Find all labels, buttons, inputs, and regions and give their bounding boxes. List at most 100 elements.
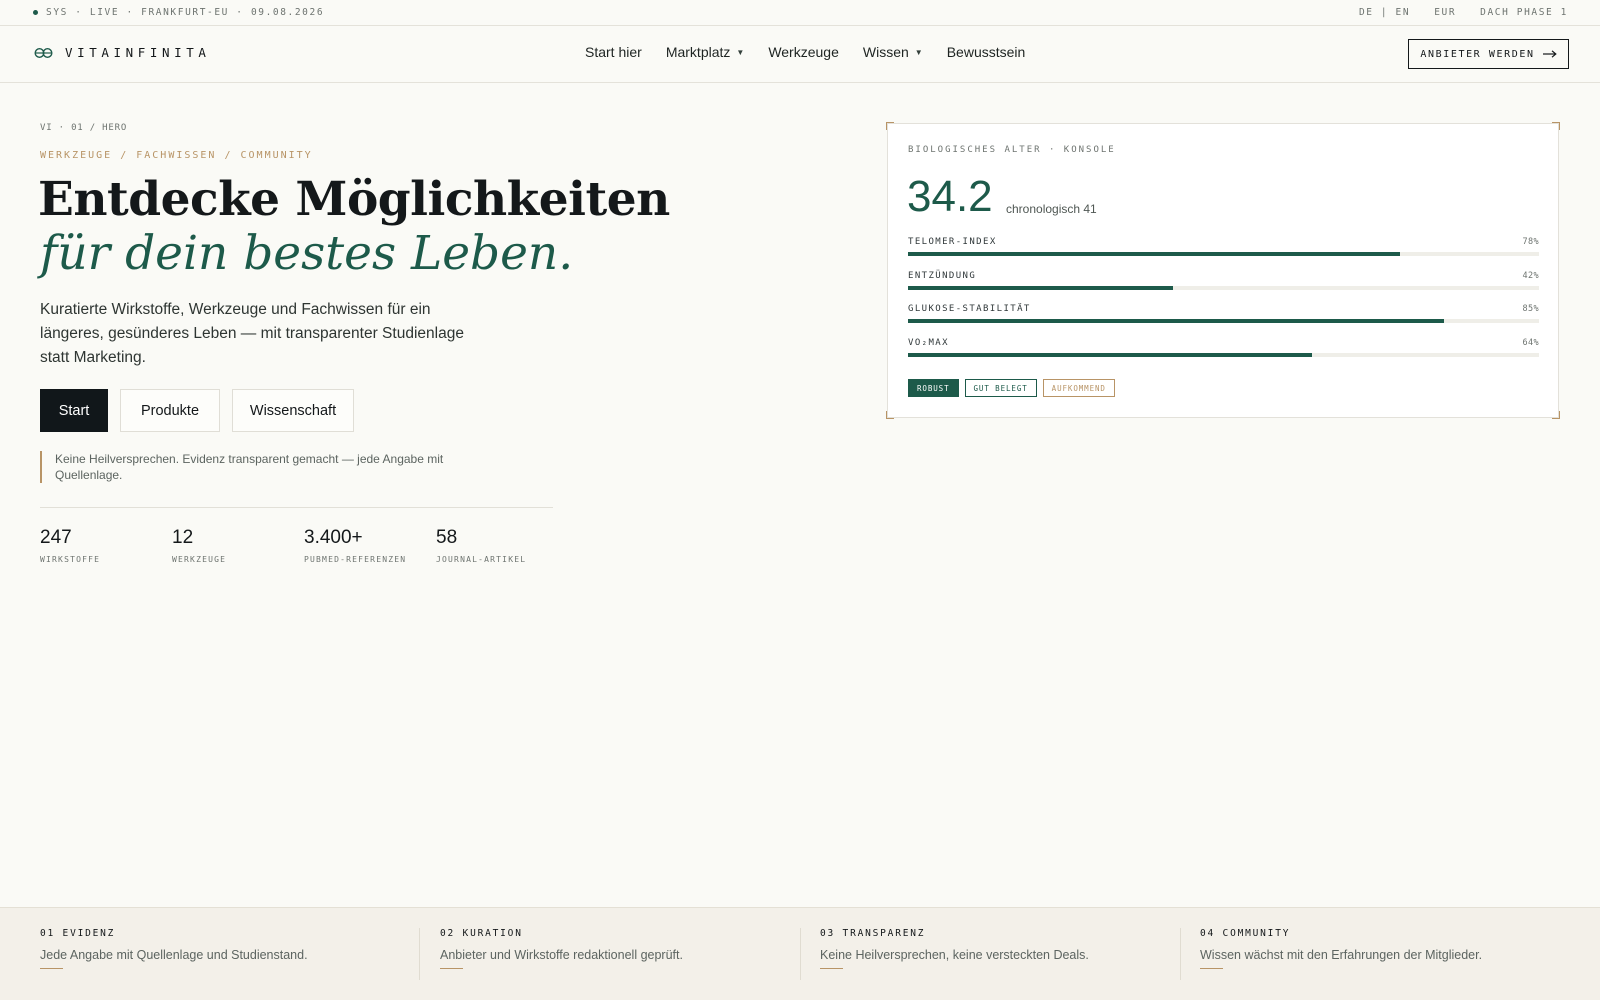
metric-vo2max: VO₂MAX 64% xyxy=(908,338,1539,357)
pillar-community: 04 COMMUNITY Wissen wächst mit den Erfah… xyxy=(1200,928,1482,984)
progress-track xyxy=(908,252,1539,256)
tag-aufkommend[interactable]: AUFKOMMEND xyxy=(1042,379,1115,397)
stat-value: 3.400+ xyxy=(304,527,363,548)
stat-value: 58 xyxy=(436,527,458,548)
corner-mark xyxy=(1552,411,1560,419)
pillar-accent xyxy=(1200,968,1223,969)
progress-track xyxy=(908,319,1539,323)
progress-fill xyxy=(908,252,1401,256)
stat-item: 247 WIRKSTOFFE xyxy=(40,526,172,564)
corner-mark xyxy=(886,411,894,419)
principles-strip: 01 EVIDENZ Jede Angabe mit Quellenlage u… xyxy=(0,907,1600,1000)
console-title: BIOLOGISCHES ALTER · KONSOLE xyxy=(908,145,1116,155)
metric-glucose: GLUKOSE-STABILITÄT 85% xyxy=(908,304,1539,323)
nav-item-label: Wissen xyxy=(862,44,909,60)
evidence-tags: ROBUST GUT BELEGT AUFKOMMEND xyxy=(908,379,1115,397)
hero-title-accent: für dein bestes Leben. xyxy=(40,226,574,281)
stat-item: 3.400+ PUBMED-REFERENZEN xyxy=(304,526,436,564)
stat-label: PUBMED-REFERENZEN xyxy=(304,555,407,564)
pillar-accent xyxy=(440,968,463,969)
pillar-text: Wissen wächst mit den Erfahrungen der Mi… xyxy=(1200,948,1483,962)
nav-item-marktplatz[interactable]: Marktplatz ▼ xyxy=(666,44,745,60)
nav-item-start-hier[interactable]: Start hier xyxy=(585,44,642,60)
corner-mark xyxy=(1552,122,1560,130)
status-settings: DE | EN EUR DACH PHASE 1 xyxy=(1359,7,1568,18)
pillar-text: Jede Angabe mit Quellenlage und Studiens… xyxy=(40,948,308,962)
progress-track xyxy=(908,286,1539,290)
infinity-logo-icon xyxy=(34,47,53,58)
metric-value: 42% xyxy=(1522,271,1539,281)
metric-label: ENTZÜNDUNG xyxy=(908,271,977,281)
stat-label: JOURNAL-ARTIKEL xyxy=(436,555,527,564)
chronological-age: chronologisch 41 xyxy=(1006,202,1097,216)
metric-telomer: TELOMER-INDEX 78% xyxy=(908,237,1539,256)
metric-label: VO₂MAX xyxy=(908,338,949,348)
stat-value: 247 xyxy=(40,527,72,548)
stat-label: WIRKSTOFFE xyxy=(40,555,101,564)
disclaimer-note: Keine Heilversprechen. Evidenz transpare… xyxy=(40,451,460,483)
pillar-accent xyxy=(40,968,63,969)
corner-mark xyxy=(886,122,894,130)
phase-label: DACH PHASE 1 xyxy=(1480,7,1568,18)
progress-fill xyxy=(908,353,1312,357)
progress-fill xyxy=(908,286,1174,290)
pillar-kuration: 02 KURATION Anbieter und Wirkstoffe reda… xyxy=(440,928,683,984)
metric-value: 64% xyxy=(1522,338,1539,348)
bio-age-console: BIOLOGISCHES ALTER · KONSOLE 34.2 chrono… xyxy=(886,122,1560,419)
pillar-title: 03 TRANSPARENZ xyxy=(820,928,926,939)
nav-item-label: Bewusstsein xyxy=(946,44,1026,60)
status-bar: SYS · LIVE · FRANKFURT-EU · 09.08.2026 D… xyxy=(0,0,1600,26)
pillar-accent xyxy=(820,968,843,969)
pillar-text: Keine Heilversprechen, keine versteckten… xyxy=(820,948,1089,962)
metric-inflammation: ENTZÜNDUNG 42% xyxy=(908,271,1539,290)
hero-kicker: WERKZEUGE / FACHWISSEN / COMMUNITY xyxy=(40,150,313,161)
currency-selector[interactable]: EUR xyxy=(1434,7,1456,18)
start-button[interactable]: Start xyxy=(40,389,108,432)
live-indicator-icon xyxy=(33,10,38,15)
progress-fill xyxy=(908,319,1445,323)
hero-actions: Start Produkte Wissenschaft xyxy=(40,389,354,432)
stats-row: 247 WIRKSTOFFE 12 WERKZEUGE 3.400+ PUBME… xyxy=(40,526,568,564)
language-switcher[interactable]: DE | EN xyxy=(1359,7,1410,18)
nav-item-werkzeuge[interactable]: Werkzeuge xyxy=(768,44,839,60)
caret-down-icon: ▼ xyxy=(914,47,923,57)
section-eyebrow: VI · 01 / HERO xyxy=(40,123,128,133)
nav-item-label: Start hier xyxy=(585,44,642,60)
tag-robust[interactable]: ROBUST xyxy=(908,379,959,397)
pillar-title: 04 COMMUNITY xyxy=(1200,928,1291,939)
pillar-transparenz: 03 TRANSPARENZ Keine Heilversprechen, ke… xyxy=(820,928,1089,984)
metric-label: GLUKOSE-STABILITÄT xyxy=(908,304,1031,314)
products-button[interactable]: Produkte xyxy=(120,389,220,432)
divider xyxy=(419,928,420,980)
pillar-title: 01 EVIDENZ xyxy=(40,928,116,939)
tag-gut-belegt[interactable]: GUT BELEGT xyxy=(964,379,1037,397)
system-status: SYS · LIVE · FRANKFURT-EU · 09.08.2026 xyxy=(33,7,324,18)
science-button[interactable]: Wissenschaft xyxy=(232,389,354,432)
stat-label: WERKZEUGE xyxy=(172,555,227,564)
cta-label: ANBIETER WERDEN xyxy=(1420,48,1535,60)
metric-label: TELOMER-INDEX xyxy=(908,237,997,247)
stat-item: 58 JOURNAL-ARTIKEL xyxy=(436,526,568,564)
stat-value: 12 xyxy=(172,527,194,548)
divider xyxy=(40,507,553,508)
bio-age-value: 34.2 xyxy=(907,172,993,221)
nav-item-bewusstsein[interactable]: Bewusstsein xyxy=(947,44,1026,60)
pillar-evidenz: 01 EVIDENZ Jede Angabe mit Quellenlage u… xyxy=(40,928,308,984)
nav-item-label: Marktplatz xyxy=(665,44,731,60)
progress-track xyxy=(908,353,1539,357)
caret-down-icon: ▼ xyxy=(736,47,745,57)
stat-item: 12 WERKZEUGE xyxy=(172,526,304,564)
divider xyxy=(1180,928,1181,980)
pillar-title: 02 KURATION xyxy=(440,928,523,939)
become-provider-button[interactable]: ANBIETER WERDEN xyxy=(1408,39,1569,69)
nav-item-wissen[interactable]: Wissen ▼ xyxy=(863,44,923,60)
hero-title: Entdecke Möglichkeiten xyxy=(38,172,670,227)
main-navigation: VITAINFINITA Start hier Marktplatz ▼ Wer… xyxy=(0,26,1600,83)
metric-value: 85% xyxy=(1522,304,1539,314)
nav-item-label: Werkzeuge xyxy=(768,44,839,60)
brand-logo[interactable]: VITAINFINITA xyxy=(34,45,211,60)
nav-links: Start hier Marktplatz ▼ Werkzeuge Wissen… xyxy=(585,44,1049,60)
pillar-text: Anbieter und Wirkstoffe redaktionell gep… xyxy=(440,948,683,962)
metric-value: 78% xyxy=(1522,237,1539,247)
hero-lead: Kuratierte Wirkstoffe, Werkzeuge und Fac… xyxy=(40,301,464,366)
